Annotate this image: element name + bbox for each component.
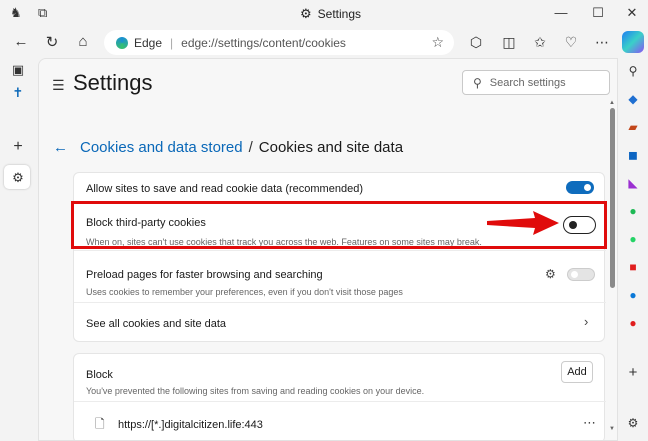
video-icon[interactable]: ● — [623, 316, 643, 332]
settings-tab-gear-icon[interactable]: ⚙ — [8, 170, 28, 186]
address-brand: Edge — [134, 35, 163, 50]
more-menu-icon[interactable]: ⋯ — [592, 34, 612, 51]
page-title: Settings — [73, 70, 153, 95]
minimize-button[interactable]: — — [551, 5, 571, 20]
edge-logo-icon — [116, 36, 128, 49]
whatsapp-icon[interactable]: ● — [623, 232, 643, 248]
block-title: Block — [86, 369, 113, 381]
chevron-right-icon: › — [584, 314, 589, 329]
favorites-icon[interactable]: ✩ — [530, 34, 550, 51]
allow-cookies-label: Allow sites to save and read cookie data… — [86, 183, 363, 195]
home-icon[interactable]: ⌂ — [72, 33, 94, 50]
managed-policy-icon: ⚙ — [545, 267, 556, 281]
cookie-settings-card: Allow sites to save and read cookie data… — [73, 172, 606, 343]
breadcrumb-current: Cookies and site data — [258, 139, 404, 156]
add-sidebar-app-icon[interactable]: + — [623, 364, 643, 381]
tab-actions-icon[interactable]: ▣ — [8, 62, 28, 78]
preload-pages-label: Preload pages for faster browsing and se… — [86, 269, 323, 281]
title-bar: ♞ ⧉ ⚙ Settings — ☐ ✕ — [0, 0, 648, 28]
page-scrollbar[interactable]: ▲ ▼ — [609, 100, 616, 432]
window-title: ⚙ Settings — [300, 6, 362, 21]
maximize-button[interactable]: ☐ — [588, 5, 608, 21]
see-all-cookies-label: See all cookies and site data — [86, 318, 227, 330]
blocked-site-row: 🗋 https://[*.]digitalcitizen.life:443 ⋯ — [74, 402, 606, 440]
tools-briefcase-icon[interactable]: ▰ — [623, 120, 643, 136]
search-placeholder: Search settings — [489, 76, 566, 89]
breadcrumb-parent-link[interactable]: Cookies and data stored — [80, 139, 243, 156]
vertical-tab-strip: ▣ ✝ ⚙ + — [0, 58, 36, 441]
shopping-tag-icon[interactable]: ◆ — [623, 92, 643, 108]
youtube-icon[interactable]: ■ — [623, 260, 643, 276]
preload-pages-toggle — [567, 268, 595, 281]
block-card: Block You've prevented the following sit… — [73, 353, 606, 440]
red-arrow-icon — [487, 211, 559, 235]
back-arrow-icon[interactable]: ← — [10, 33, 32, 50]
blocked-site-url: https://[*.]digitalcitizen.life:443 — [118, 419, 263, 431]
outlook-icon[interactable]: ◼ — [623, 148, 643, 164]
pinned-tab-icon[interactable]: ✝ — [8, 85, 28, 101]
split-screen-icon[interactable]: ◫ — [499, 34, 519, 51]
add-block-button[interactable]: Add — [561, 361, 593, 383]
block-description: You've prevented the following sites fro… — [86, 386, 425, 396]
right-sidebar: ⚲ ◆ ▰ ◼ ◣ ● ● ■ ● ● + ⚙ — [618, 58, 648, 441]
settings-page: ☰ Settings ⚲ Search settings ← Cookies a… — [38, 58, 618, 441]
skype-icon[interactable]: ● — [623, 288, 643, 304]
profile-icon[interactable]: ♞ — [10, 5, 22, 21]
address-bar[interactable]: Edge | edge://settings/content/cookies ☆ — [104, 30, 454, 55]
document-icon: 🗋 — [95, 417, 105, 431]
address-url[interactable]: edge://settings/content/cookies — [181, 36, 346, 50]
back-arrow-icon[interactable]: ← — [53, 139, 68, 156]
browser-essentials-icon[interactable]: ♡ — [561, 34, 581, 51]
extensions-icon[interactable]: ⬡ — [466, 34, 486, 51]
scroll-down-icon[interactable]: ▼ — [609, 426, 615, 432]
sidebar-search-icon[interactable]: ⚲ — [623, 64, 643, 80]
scroll-up-icon[interactable]: ▲ — [609, 100, 615, 106]
breadcrumb: ← Cookies and data stored / Cookies and … — [53, 139, 403, 156]
breadcrumb-separator: / — [248, 139, 253, 156]
site-more-icon[interactable]: ⋯ — [583, 415, 596, 431]
allow-cookies-row[interactable]: Allow sites to save and read cookie data… — [74, 173, 606, 201]
favorite-star-icon[interactable]: ☆ — [431, 34, 444, 51]
browser-toolbar: ← ↻ ⌂ Edge | edge://settings/content/coo… — [0, 28, 648, 58]
sidebar-settings-icon[interactable]: ⚙ — [623, 416, 643, 432]
drop-icon[interactable]: ◣ — [623, 176, 643, 192]
preload-pages-row: Preload pages for faster browsing and se… — [74, 251, 606, 301]
copilot-icon[interactable] — [622, 31, 644, 53]
new-tab-plus-icon[interactable]: + — [8, 138, 28, 156]
search-icon: ⚲ — [473, 75, 482, 90]
close-button[interactable]: ✕ — [622, 5, 642, 21]
gear-icon: ⚙ — [300, 6, 312, 21]
workspaces-icon[interactable]: ⧉ — [38, 5, 47, 21]
hamburger-menu-icon[interactable]: ☰ — [52, 77, 65, 94]
search-input[interactable]: ⚲ Search settings — [462, 70, 610, 95]
see-all-cookies-row[interactable]: See all cookies and site data › — [74, 303, 606, 343]
preload-pages-description: Uses cookies to remember your preference… — [86, 287, 403, 297]
refresh-icon[interactable]: ↻ — [41, 33, 63, 51]
scroll-thumb[interactable] — [610, 108, 615, 288]
address-separator: | — [170, 35, 174, 50]
allow-cookies-toggle[interactable] — [566, 181, 594, 194]
spotify-icon[interactable]: ● — [623, 204, 643, 220]
